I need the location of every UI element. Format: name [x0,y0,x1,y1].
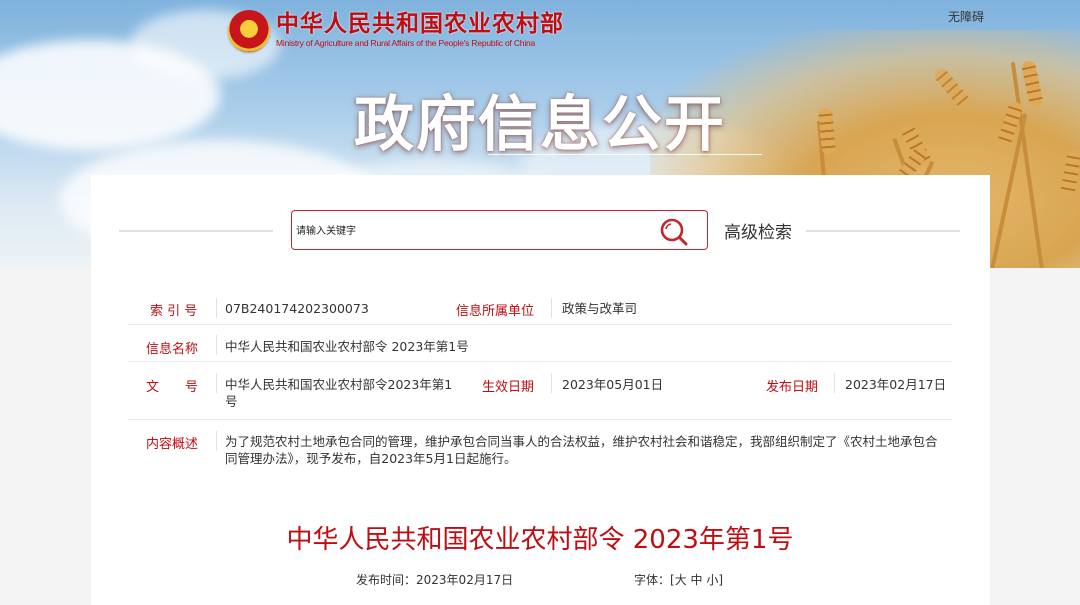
table-row: 索 引 号 07B240174202300073 信息所属单位 政策与改革司 [128,292,952,325]
docno-value: 中华人民共和国农业农村部令2023年第1号 [225,377,453,409]
search-divider-left [119,230,273,232]
table-row: 文 号 中华人民共和国农业农村部令2023年第1号 生效日期 2023年05月0… [128,367,952,420]
font-size-large-button[interactable]: 大 [675,573,687,587]
divider [551,298,552,318]
name-label: 信息名称 [146,342,199,357]
advanced-search-link[interactable]: 高级检索 [724,218,792,243]
summary-value: 为了规范农村土地承包合同的管理，维护承包合同当事人的合法权益，维护农村社会和谐稳… [225,434,938,466]
font-size-label: 字体： [634,573,671,587]
divider [834,373,835,393]
org-label: 信息所属单位 [456,304,535,319]
site-name-cn: 中华人民共和国农业农村部 [276,11,564,37]
publish-date-label: 发布日期 [766,380,819,395]
index-value: 07B240174202300073 [225,301,369,316]
publish-time-label: 发布时间： [356,573,417,587]
font-size-small-button[interactable]: 小 [706,573,718,587]
article-card: 中华人民共和国农业农村部令 2023年第1号 发布时间：2023年02月17日 … [120,503,960,603]
info-table: 索 引 号 07B240174202300073 信息所属单位 政策与改革司 信… [120,282,960,487]
effective-date-label: 生效日期 [482,380,535,395]
search-box [291,210,708,250]
publish-date-value: 2023年02月17日 [845,377,947,392]
effective-date-value: 2023年05月01日 [562,377,664,392]
publish-time-value: 2023年02月17日 [416,573,514,587]
search-icon[interactable] [659,217,689,247]
table-row: 信息名称 中华人民共和国农业农村部令 2023年第1号 [128,329,952,362]
divider [216,298,217,318]
site-logo[interactable]: 中华人民共和国农业农村部 Ministry of Agriculture and… [228,10,564,52]
divider [216,373,217,393]
search-input[interactable] [294,219,638,243]
font-size-medium-button[interactable]: 中 [691,573,703,587]
hero-divider [488,154,762,155]
site-name-en: Ministry of Agriculture and Rural Affair… [276,38,536,48]
docno-label: 文 号 [146,380,199,395]
table-row: 内容概述 为了规范农村土地承包合同的管理，维护承包合同当事人的合法权益，维护农村… [128,425,952,475]
article-publish-time: 发布时间：2023年02月17日 [356,571,513,588]
search-bar: 高级检索 [91,210,990,254]
font-size-bracket-close: ] [718,573,724,587]
index-label: 索 引 号 [150,304,198,319]
divider [216,431,217,451]
national-emblem-icon [228,10,270,52]
page-hero-title: 政府信息公开 [354,90,726,160]
org-value: 政策与改革司 [562,301,638,316]
summary-label: 内容概述 [146,437,199,452]
name-value: 中华人民共和国农业农村部令 2023年第1号 [225,339,469,354]
divider [551,373,552,393]
font-size-switcher: 字体：[大 中 小] [634,571,723,588]
divider [216,335,217,355]
article-title: 中华人民共和国农业农村部令 2023年第1号 [286,525,794,555]
accessibility-link[interactable]: 无障碍 [948,8,984,25]
search-divider-right [806,230,960,232]
